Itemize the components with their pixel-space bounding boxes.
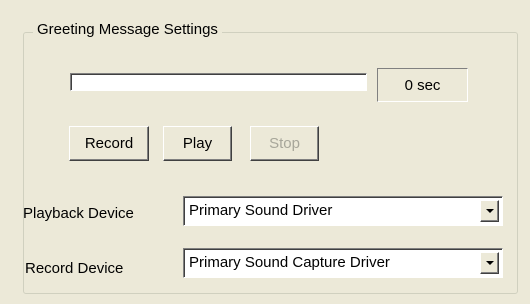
groupbox-title: Greeting Message Settings	[33, 20, 222, 40]
recording-progress-bar	[70, 73, 367, 91]
playback-device-value: Primary Sound Driver	[189, 202, 333, 219]
record-button[interactable]: Record	[69, 126, 149, 161]
play-button[interactable]: Play	[163, 126, 232, 161]
playback-device-select[interactable]: Primary Sound Driver	[183, 196, 503, 226]
duration-display: 0 sec	[377, 68, 468, 102]
record-button-label: Record	[84, 135, 134, 152]
chevron-down-icon	[485, 209, 494, 213]
playback-device-dropdown-button[interactable]	[480, 200, 499, 222]
duration-text: 0 sec	[404, 76, 441, 94]
play-button-label: Play	[182, 135, 213, 152]
stop-button: Stop	[250, 126, 319, 161]
stop-button-label: Stop	[269, 135, 300, 152]
chevron-down-icon	[485, 261, 494, 265]
record-device-label: Record Device	[25, 260, 124, 277]
record-device-select[interactable]: Primary Sound Capture Driver	[183, 248, 503, 278]
playback-device-label: Playback Device	[23, 205, 134, 222]
record-device-dropdown-button[interactable]	[480, 252, 499, 274]
record-device-value: Primary Sound Capture Driver	[189, 254, 390, 271]
